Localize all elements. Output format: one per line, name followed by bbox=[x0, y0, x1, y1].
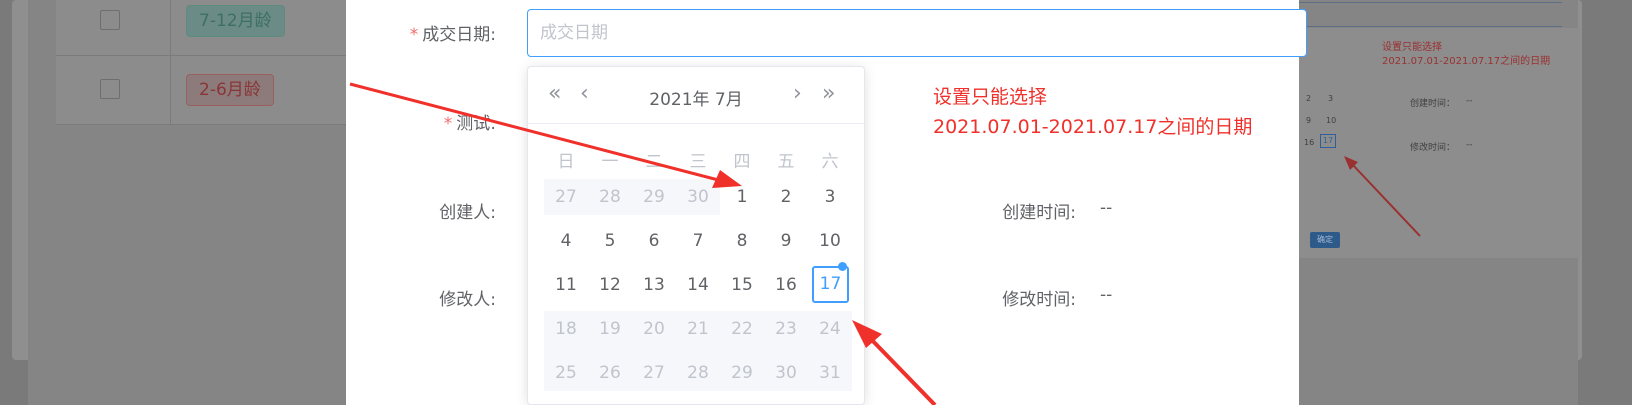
date-picker-title[interactable]: 2021年 7月 bbox=[528, 85, 864, 110]
weekday-label: 三 bbox=[689, 152, 707, 172]
date-cell: 29 bbox=[643, 187, 665, 207]
date-cell[interactable]: 2 bbox=[764, 179, 808, 215]
required-mark: * bbox=[409, 25, 419, 45]
thumbnail-modified-value: -- bbox=[1466, 140, 1473, 150]
thumbnail-day: 2 bbox=[1306, 94, 1312, 103]
deal-date-label-text: 成交日期: bbox=[422, 25, 496, 45]
annotation-line2: 2021.07.01-2021.07.17之间的日期 bbox=[933, 116, 1253, 138]
thumbnail-created-time: 创建时间： bbox=[1410, 99, 1456, 109]
date-cell: 29 bbox=[731, 363, 753, 383]
today-dot-icon bbox=[838, 262, 847, 271]
next-year-button[interactable]: » bbox=[822, 81, 835, 106]
thumbnail-note-line1: 设置只能选择 bbox=[1382, 42, 1442, 53]
date-cell[interactable]: 15 bbox=[720, 267, 764, 303]
modifier-label: 修改人: bbox=[439, 290, 496, 310]
date-cell: 30 bbox=[687, 187, 709, 207]
date-cell-today[interactable]: 17 bbox=[812, 266, 849, 303]
deal-date-input[interactable] bbox=[527, 9, 1307, 57]
deal-date-label: * 成交日期: bbox=[392, 20, 496, 45]
date-cell[interactable]: 6 bbox=[632, 223, 676, 259]
date-cell: 30 bbox=[775, 363, 797, 383]
date-cell: 19 bbox=[599, 319, 621, 339]
date-cell[interactable]: 12 bbox=[588, 267, 632, 303]
next-month-button[interactable]: › bbox=[793, 81, 802, 106]
test-label: * 测试: bbox=[392, 109, 496, 134]
weekday-label: 一 bbox=[601, 152, 619, 172]
thumbnail-created-value: -- bbox=[1466, 96, 1473, 106]
date-cell[interactable]: 13 bbox=[632, 267, 676, 303]
modified-time-value: -- bbox=[1100, 285, 1113, 305]
date-cell[interactable]: 14 bbox=[676, 267, 720, 303]
date-cell: 18 bbox=[555, 319, 577, 339]
thumbnail-day: 3 bbox=[1328, 94, 1334, 103]
thumbnail-modified-time: 修改时间： bbox=[1410, 143, 1456, 153]
date-cell: 27 bbox=[643, 363, 665, 383]
weekday-label: 五 bbox=[777, 152, 795, 172]
table-row-divider bbox=[56, 124, 356, 125]
thumbnail-divider bbox=[1290, 2, 1562, 3]
weekday-label: 二 bbox=[645, 152, 663, 172]
test-label-text: 测试: bbox=[456, 114, 496, 134]
date-cell[interactable]: 9 bbox=[764, 223, 808, 259]
age-tag-red: 2-6月龄 bbox=[186, 74, 274, 106]
date-cell: 28 bbox=[687, 363, 709, 383]
weekday-label: 四 bbox=[733, 152, 751, 172]
weekday-label: 六 bbox=[821, 152, 839, 172]
date-cell: 21 bbox=[687, 319, 709, 339]
weekday-label: 日 bbox=[557, 152, 575, 172]
date-cell: 24 bbox=[819, 319, 841, 339]
thumbnail-day: 10 bbox=[1326, 116, 1337, 125]
modified-time-label: 修改时间: bbox=[1002, 290, 1076, 310]
row-checkbox[interactable] bbox=[100, 10, 120, 30]
date-cell[interactable]: 1 bbox=[720, 179, 764, 215]
thumbnail-note-line2: 2021.07.01-2021.07.17之间的日期 bbox=[1382, 56, 1551, 67]
annotation-line1: 设置只能选择 bbox=[933, 86, 1048, 108]
row-checkbox[interactable] bbox=[100, 79, 120, 99]
date-cell[interactable]: 8 bbox=[720, 223, 764, 259]
date-cell[interactable]: 16 bbox=[764, 267, 808, 303]
date-cell[interactable]: 4 bbox=[544, 223, 588, 259]
thumbnail-today: 17 bbox=[1320, 134, 1336, 148]
creator-label: 创建人: bbox=[439, 203, 496, 223]
date-cell: 27 bbox=[555, 187, 577, 207]
date-cell[interactable]: 3 bbox=[808, 179, 852, 215]
date-cell[interactable]: 7 bbox=[676, 223, 720, 259]
date-cell[interactable]: 11 bbox=[544, 267, 588, 303]
date-cell: 28 bbox=[599, 187, 621, 207]
date-cell: 25 bbox=[555, 363, 577, 383]
table-row-divider bbox=[56, 55, 356, 56]
date-cell: 31 bbox=[819, 363, 841, 383]
date-picker-panel: « ‹ 2021年 7月 › » 日一二三四五六 27 28 29 30 1 2 3 4 5 6 7… bbox=[527, 66, 865, 405]
thumbnail-divider bbox=[1290, 26, 1562, 27]
date-cell: 26 bbox=[599, 363, 621, 383]
date-cell: 22 bbox=[731, 319, 753, 339]
table-column-divider bbox=[170, 0, 171, 125]
age-tag-green: 7-12月龄 bbox=[186, 5, 285, 37]
date-cell: 23 bbox=[775, 319, 797, 339]
created-time-value: -- bbox=[1100, 198, 1113, 218]
date-cell: 20 bbox=[643, 319, 665, 339]
thumbnail-day: 9 bbox=[1306, 116, 1312, 125]
required-mark: * bbox=[443, 114, 453, 134]
date-cell[interactable]: 10 bbox=[808, 223, 852, 259]
date-cell[interactable]: 5 bbox=[588, 223, 632, 259]
thumbnail-confirm-button: 确定 bbox=[1310, 232, 1340, 248]
created-time-label: 创建时间: bbox=[1002, 203, 1076, 223]
thumbnail-day: 16 bbox=[1304, 138, 1315, 147]
date-picker-header: « ‹ 2021年 7月 › » bbox=[528, 67, 864, 124]
